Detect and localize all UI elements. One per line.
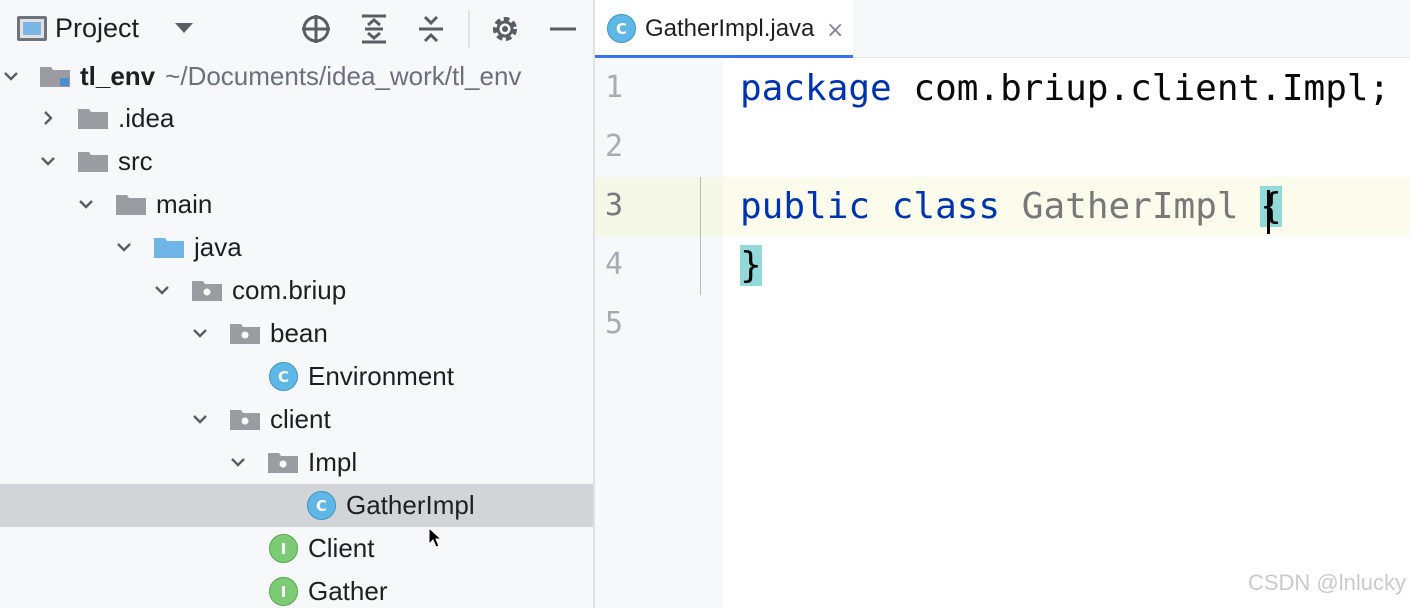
line-number: 1 — [605, 70, 624, 105]
class-icon: C — [607, 14, 636, 43]
tree-node-label: Client — [308, 533, 375, 563]
hide-icon[interactable] — [546, 12, 580, 46]
package-icon — [192, 281, 222, 301]
chevron-down-icon[interactable] — [192, 325, 208, 341]
tree-node-main[interactable]: main — [0, 183, 593, 226]
code-editor[interactable]: package com.briup.client.Impl; public cl… — [723, 58, 1410, 608]
tab-gatherimpl-java[interactable]: C GatherImpl.java × — [595, 0, 853, 59]
folder-icon — [116, 195, 146, 215]
interface-icon: I — [269, 577, 298, 606]
chevron-down-icon[interactable] — [154, 282, 170, 298]
keyword: class — [891, 186, 1001, 227]
editor-panel: C GatherImpl.java × 1 2 3 4 5 package co… — [595, 0, 1410, 608]
mouse-pointer-icon — [428, 527, 443, 548]
tree-node-label: tl_env ~/Documents/idea_work/tl_env — [80, 61, 522, 91]
tree-node-gatherimpl[interactable]: C GatherImpl — [0, 484, 593, 527]
project-panel: Project tl_env ~/Documents/idea_work/tl_e… — [0, 0, 593, 608]
tree-node-label: Gather — [308, 576, 388, 606]
code-line-4: } — [740, 245, 762, 286]
line-number: 3 — [605, 188, 624, 223]
chevron-right-icon[interactable] — [40, 110, 56, 126]
open-brace: { — [1260, 186, 1282, 227]
chevron-down-icon[interactable] — [175, 23, 193, 33]
gear-icon[interactable] — [488, 12, 522, 46]
watermark: CSDN @lnlucky — [1247, 570, 1406, 595]
tree-node-idea[interactable]: .idea — [0, 97, 593, 140]
tree-node-label: com.briup — [232, 275, 347, 305]
tree-node-label: .idea — [118, 103, 175, 133]
tree-node-impl[interactable]: Impl — [0, 441, 593, 484]
chevron-down-icon[interactable] — [3, 68, 19, 84]
tree-node-client[interactable]: client — [0, 398, 593, 441]
package-icon — [230, 324, 260, 344]
line-number-gutter[interactable]: 1 2 3 4 5 — [595, 58, 723, 608]
expand-all-icon[interactable] — [357, 12, 391, 46]
source-folder-icon — [154, 238, 184, 258]
chevron-down-icon[interactable] — [116, 239, 132, 255]
tree-node-label: main — [156, 189, 213, 219]
tree-node-src[interactable]: src — [0, 140, 593, 183]
code-line-3: public class GatherImpl { — [740, 186, 1282, 227]
tree-node-label: GatherImpl — [346, 490, 475, 520]
project-title[interactable]: Project — [55, 13, 139, 44]
toolbar-separator — [468, 10, 470, 48]
module-path: ~/Documents/idea_work/tl_env — [165, 61, 522, 91]
line-number: 5 — [605, 306, 624, 341]
text-caret — [1267, 190, 1270, 234]
code-line-1: package com.briup.client.Impl; — [740, 68, 1390, 109]
chevron-down-icon[interactable] — [40, 153, 56, 169]
line-number: 4 — [605, 247, 624, 282]
tree-node-java[interactable]: java — [0, 226, 593, 269]
tree-node-label: src — [118, 146, 153, 176]
module-folder-icon — [40, 67, 70, 87]
tree-node-label: client — [270, 404, 331, 434]
tree-node-gather-interface[interactable]: I Gather — [0, 570, 593, 608]
chevron-down-icon[interactable] — [78, 196, 94, 212]
tree-node-label: Environment — [308, 361, 454, 391]
tree-node-label: java — [194, 232, 242, 262]
close-icon[interactable]: × — [826, 18, 844, 43]
package-icon — [230, 410, 260, 430]
editor-tab-bar: C GatherImpl.java × — [595, 0, 1410, 59]
chevron-down-icon[interactable] — [230, 454, 246, 470]
close-brace: } — [740, 245, 762, 286]
class-icon: C — [269, 362, 298, 391]
select-opened-file-icon[interactable] — [299, 12, 333, 46]
class-icon: C — [307, 491, 336, 520]
collapse-all-icon[interactable] — [414, 12, 448, 46]
class-name: GatherImpl — [1021, 186, 1239, 227]
tree-node-environment[interactable]: C Environment — [0, 355, 593, 398]
tree-node-com-briup[interactable]: com.briup — [0, 269, 593, 312]
package-icon — [268, 453, 298, 473]
tree-node-tl-env[interactable]: tl_env ~/Documents/idea_work/tl_env — [0, 55, 593, 98]
tab-label: GatherImpl.java — [645, 15, 815, 42]
tree-node-bean[interactable]: bean — [0, 312, 593, 355]
keyword: public — [740, 186, 871, 227]
keyword: package — [740, 68, 892, 109]
folder-icon — [78, 109, 108, 129]
chevron-down-icon[interactable] — [192, 411, 208, 427]
project-toolbar: Project — [0, 0, 593, 58]
line-number: 2 — [605, 129, 624, 164]
fold-guide — [700, 177, 701, 295]
tree-node-client-interface[interactable]: I Client — [0, 527, 593, 570]
tree-node-label: Impl — [308, 447, 358, 477]
project-view-icon[interactable] — [17, 16, 47, 41]
package-name: com.briup.client.Impl; — [891, 68, 1391, 109]
folder-icon — [78, 152, 108, 172]
tree-node-label: bean — [270, 318, 328, 348]
interface-icon: I — [269, 534, 298, 563]
